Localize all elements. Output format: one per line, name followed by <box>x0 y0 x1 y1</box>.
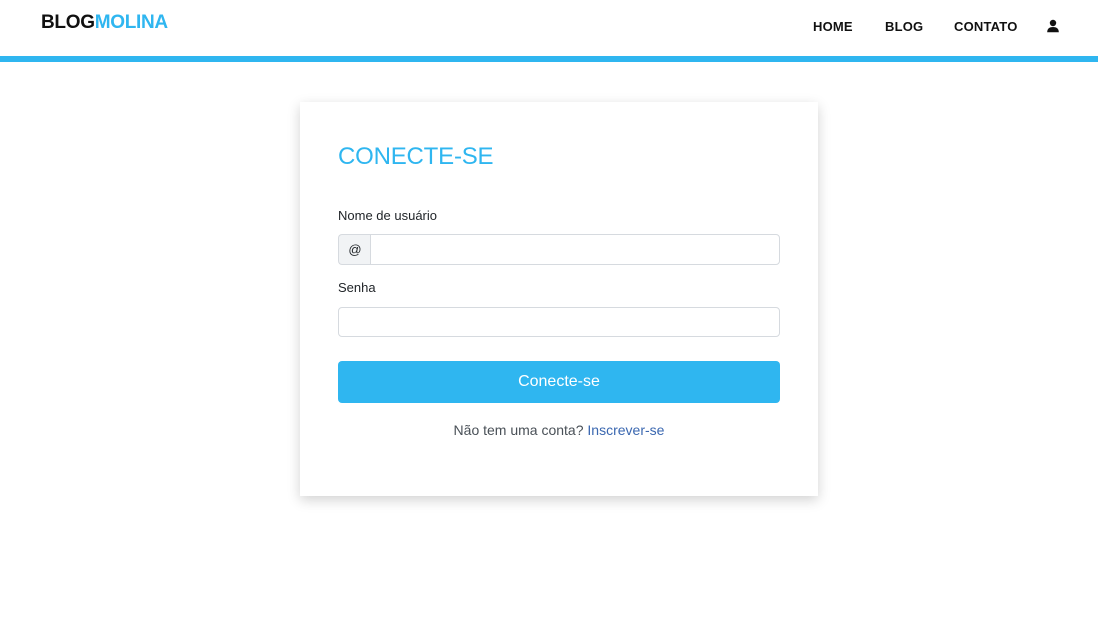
signup-link[interactable]: Inscrever-se <box>587 422 664 438</box>
login-button[interactable]: Conecte-se <box>338 361 780 403</box>
password-label: Senha <box>338 280 376 295</box>
brand-part1: BLOG <box>41 12 95 33</box>
nav-link-contato[interactable]: CONTATO <box>954 19 1018 34</box>
username-label: Nome de usuário <box>338 208 437 223</box>
username-input-group: @ <box>338 234 780 265</box>
password-input[interactable] <box>338 307 780 337</box>
nav-link-blog[interactable]: BLOG <box>885 19 923 34</box>
login-card: CONECTE-SE Nome de usuário @ Senha Conec… <box>300 102 818 496</box>
login-title: CONECTE-SE <box>338 143 494 170</box>
brand-logo[interactable]: BLOGMOLINA <box>41 12 168 34</box>
navbar-accent-border <box>0 56 1098 62</box>
signup-prompt: Não tem uma conta? Inscrever-se <box>338 422 780 438</box>
signup-text: Não tem uma conta? <box>453 422 584 438</box>
nav-link-home[interactable]: HOME <box>813 19 853 34</box>
at-prefix: @ <box>338 234 371 265</box>
brand-part2: MOLINA <box>94 12 168 33</box>
user-icon[interactable] <box>1046 19 1060 33</box>
username-input[interactable] <box>370 234 780 265</box>
navbar: BLOGMOLINA HOME BLOG CONTATO <box>0 0 1098 56</box>
